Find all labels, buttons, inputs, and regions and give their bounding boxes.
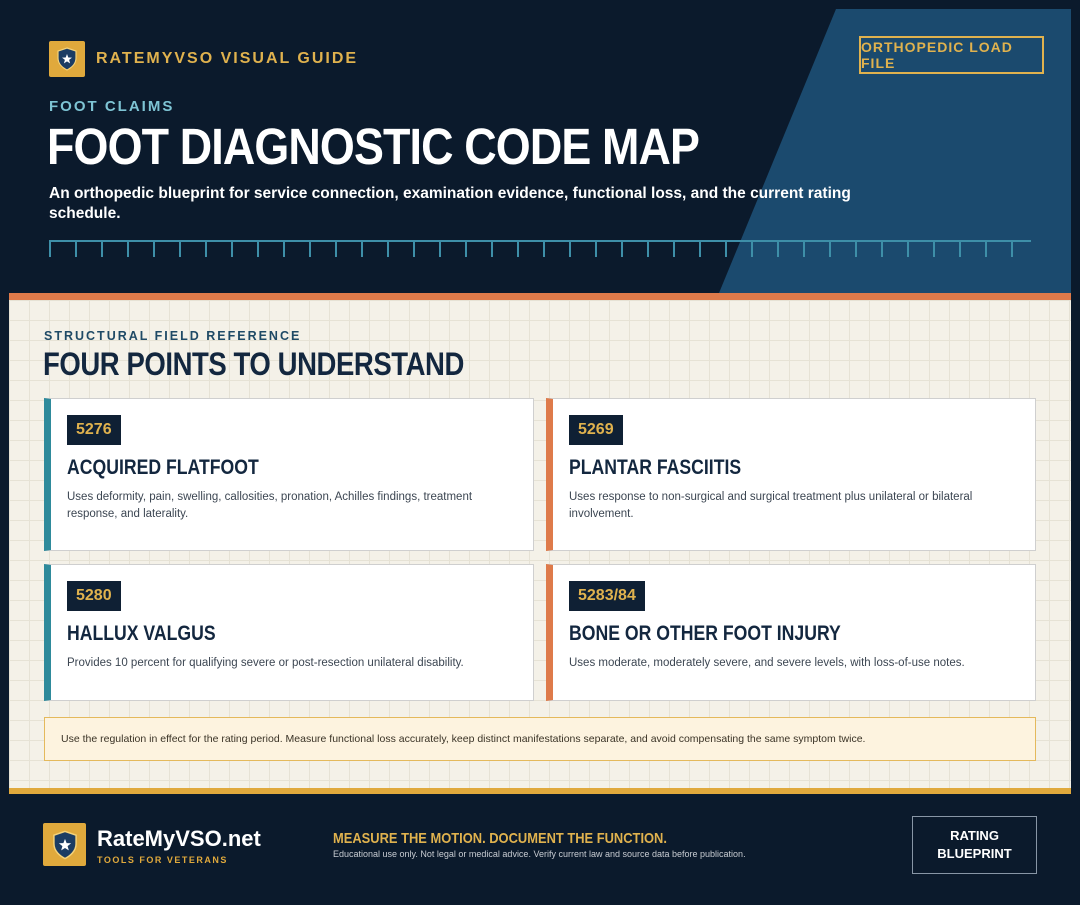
main-content: STRUCTURAL FIELD REFERENCE FOUR POINTS T… xyxy=(9,300,1071,788)
ruler-tick xyxy=(647,240,649,257)
footer-shield-logo-icon xyxy=(43,823,86,866)
code-card-5276: 5276 ACQUIRED FLATFOOT Uses deformity, p… xyxy=(44,398,534,551)
ruler-tick xyxy=(179,240,181,257)
ruler-tick xyxy=(361,240,363,257)
code-card-5283-84: 5283/84 BONE OR OTHER FOOT INJURY Uses m… xyxy=(546,564,1036,701)
code-badge: 5280 xyxy=(67,581,121,611)
code-badge: 5276 xyxy=(67,415,121,445)
card-description: Provides 10 percent for qualifying sever… xyxy=(67,657,464,669)
card-description: Uses response to non-surgical and surgic… xyxy=(569,491,973,520)
ruler-tick xyxy=(101,240,103,257)
footer-disclaimer: Educational use only. Not legal or medic… xyxy=(333,849,746,859)
ruler-divider xyxy=(49,240,1031,258)
section-title: FOUR POINTS TO UNDERSTAND xyxy=(43,346,464,382)
ruler-tick xyxy=(621,240,623,257)
page-title: FOOT DIAGNOSTIC CODE MAP xyxy=(47,118,700,175)
ruler-tick xyxy=(465,240,467,257)
code-badge: 5269 xyxy=(569,415,623,445)
ruler-tick xyxy=(127,240,129,257)
ruler-line xyxy=(49,240,1031,242)
header-eyebrow: FOOT CLAIMS xyxy=(49,98,175,115)
ruler-tick xyxy=(725,240,727,257)
button-label-line2: BLUEPRINT xyxy=(937,846,1012,861)
ruler-tick xyxy=(257,240,259,257)
ruler-tick xyxy=(985,240,987,257)
brand-row: RATEMYVSO VISUAL GUIDE xyxy=(49,41,358,77)
brand-name: RATEMYVSO VISUAL GUIDE xyxy=(96,50,359,67)
ruler-tick xyxy=(699,240,701,257)
shield-logo-icon xyxy=(49,41,85,77)
button-label-line1: RATING xyxy=(950,828,999,843)
ruler-tick xyxy=(595,240,597,257)
code-badge: 5283/84 xyxy=(569,581,645,611)
ruler-tick xyxy=(205,240,207,257)
ruler-tick xyxy=(309,240,311,257)
ruler-tick xyxy=(881,240,883,257)
ruler-tick xyxy=(231,240,233,257)
ruler-tick xyxy=(1011,240,1013,257)
card-title: PLANTAR FASCIITIS xyxy=(569,456,742,479)
page-subtitle: An orthopedic blueprint for service conn… xyxy=(49,185,851,222)
ruler-tick xyxy=(387,240,389,257)
ruler-tick xyxy=(777,240,779,257)
ruler-tick xyxy=(829,240,831,257)
ruler-tick xyxy=(569,240,571,257)
ruler-tick xyxy=(907,240,909,257)
code-card-5280: 5280 HALLUX VALGUS Provides 10 percent f… xyxy=(44,564,534,701)
ruler-tick xyxy=(751,240,753,257)
ruler-tick xyxy=(49,240,51,257)
code-card-5269: 5269 PLANTAR FASCIITIS Uses response to … xyxy=(546,398,1036,551)
regulation-note: Use the regulation in effect for the rat… xyxy=(44,717,1036,761)
ruler-tick xyxy=(933,240,935,257)
ruler-tick xyxy=(153,240,155,257)
footer-tagline: TOOLS FOR VETERANS xyxy=(97,855,228,865)
ruler-tick xyxy=(491,240,493,257)
ruler-tick xyxy=(283,240,285,257)
card-description: Uses moderate, moderately severe, and se… xyxy=(569,657,965,669)
ruler-tick xyxy=(335,240,337,257)
card-title: HALLUX VALGUS xyxy=(67,622,216,645)
card-title: ACQUIRED FLATFOOT xyxy=(67,456,259,479)
header-banner: RATEMYVSO VISUAL GUIDE ORTHOPEDIC LOAD F… xyxy=(9,9,1071,293)
ruler-tick xyxy=(517,240,519,257)
rating-blueprint-button[interactable]: RATING BLUEPRINT xyxy=(912,816,1037,874)
ruler-tick xyxy=(803,240,805,257)
ruler-tick xyxy=(959,240,961,257)
footer-motto: MEASURE THE MOTION. DOCUMENT THE FUNCTIO… xyxy=(333,830,667,847)
ruler-tick xyxy=(439,240,441,257)
ruler-tick xyxy=(855,240,857,257)
footer: RateMyVSO.net TOOLS FOR VETERANS MEASURE… xyxy=(9,794,1071,896)
ruler-tick xyxy=(75,240,77,257)
ruler-tick xyxy=(673,240,675,257)
section-eyebrow: STRUCTURAL FIELD REFERENCE xyxy=(44,329,302,343)
card-description: Uses deformity, pain, swelling, callosit… xyxy=(67,491,473,520)
card-title: BONE OR OTHER FOOT INJURY xyxy=(569,622,841,645)
orthopedic-load-file-button[interactable]: ORTHOPEDIC LOAD FILE xyxy=(859,36,1044,74)
orange-divider xyxy=(9,293,1071,300)
ruler-tick xyxy=(543,240,545,257)
footer-site-name[interactable]: RateMyVSO.net xyxy=(97,826,261,852)
ruler-tick xyxy=(413,240,415,257)
